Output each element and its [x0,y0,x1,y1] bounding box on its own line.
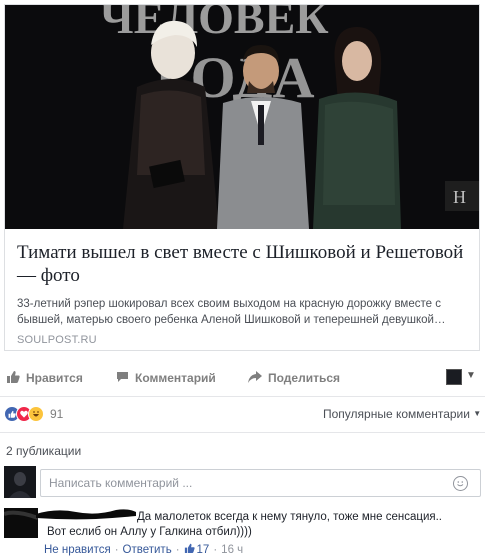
share-label: Поделиться [268,371,341,385]
comment-timestamp[interactable]: 16 ч [221,544,243,556]
link-domain: SOULPOST.RU [17,334,97,346]
link-preview-photo[interactable]: ЧЕЛОВЕК ГОДА H [5,5,479,229]
comment-icon [116,371,129,386]
comment-reply-link[interactable]: Ответить [123,544,172,556]
haha-icon [28,406,44,422]
comment-unlike-link[interactable]: Не нравится [44,544,111,556]
current-user-avatar[interactable] [4,466,36,498]
thumbs-up-icon [6,370,20,386]
divider [0,432,485,433]
comment-likes-count: 17 [196,543,210,556]
comment-actions: Не нравится · Ответить · 17 · 16 ч [44,543,243,556]
link-preview-card[interactable]: ЧЕЛОВЕК ГОДА H Тимати вышел в свет вмест… [4,4,480,351]
comment-label: Комментарий [135,371,216,385]
divider [0,396,485,397]
like-label: Нравится [26,371,83,385]
popular-comments-label: Популярные комментарии [323,407,470,421]
svg-text:H: H [453,187,466,207]
share-button[interactable]: Поделиться [248,366,340,390]
comment-input[interactable]: Написать комментарий ... [40,469,481,497]
popular-comments-dropdown[interactable]: Популярные комментарии ▼ [323,407,481,421]
chevron-down-icon: ▼ [473,409,482,418]
link-title[interactable]: Тимати вышел в свет вместе с Шишковой и … [17,241,473,287]
comment-text-line-2: Вот еслиб он Аллу у Галкина отбил)))) [47,526,252,538]
separator-dot: · [175,543,180,556]
comment-body: Да малолеток всегда к нему тянуло, тоже … [47,510,477,540]
chevron-down-icon[interactable]: ▼ [466,370,476,381]
share-as-avatar[interactable] [446,369,462,385]
commenter-avatar[interactable] [4,508,38,538]
event-photo-illustration: ЧЕЛОВЕК ГОДА H [5,5,479,229]
post-action-bar: Нравится Комментарий Поделиться [0,366,485,390]
comment-input-placeholder: Написать комментарий ... [49,476,193,490]
like-button[interactable]: Нравится [6,366,83,390]
link-description: 33-летний рэпер шокировал всех своим вых… [17,298,446,326]
reactions-count: 91 [50,407,64,421]
separator-dot: · [114,543,119,556]
comment-likes[interactable]: 17 [184,543,210,556]
separator-dot: · [213,543,218,556]
emoji-icon[interactable] [453,476,468,491]
thumbs-up-icon [184,543,195,556]
comment-button[interactable]: Комментарий [116,366,216,390]
reactions-summary[interactable]: 91 [4,404,63,424]
comments-count[interactable]: 2 публикации [6,444,81,458]
comment-text-line-1: Да малолеток всегда к нему тянуло, тоже … [137,511,442,523]
share-arrow-icon [248,370,262,386]
